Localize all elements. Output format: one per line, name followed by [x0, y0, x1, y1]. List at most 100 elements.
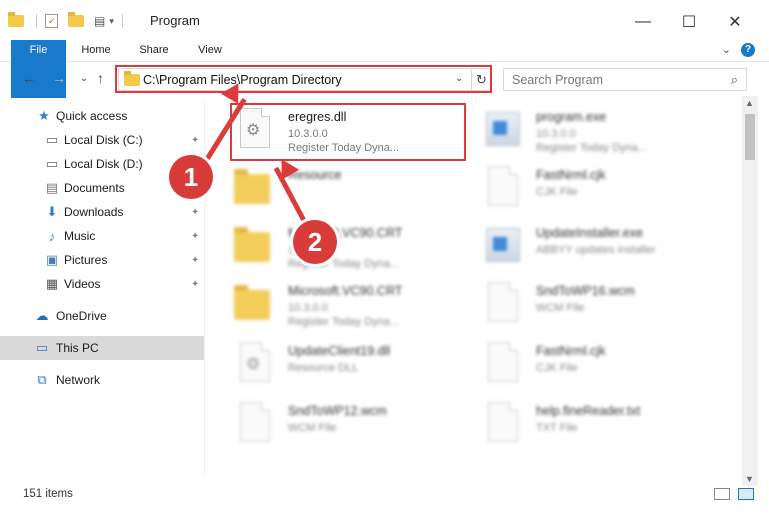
back-button[interactable]: ← [22, 70, 36, 86]
file-item-sndtowp12-wcm[interactable]: SndToWP12.wcm WCM File [232, 396, 480, 454]
sidebar-item-local-disk-c[interactable]: ▭ Local Disk (C:) ✦ [0, 128, 204, 152]
pin-icon[interactable]: ✦ [191, 279, 199, 290]
customize-toolbar-icon[interactable]: ▤ [94, 14, 105, 28]
sidebar-item-label: Network [56, 373, 101, 387]
drive-icon: ▭ [45, 156, 59, 171]
file-item-fastnrml-cjk-2[interactable]: FastNrml.cjk CJK File [480, 336, 728, 394]
sidebar-item-pictures[interactable]: ▣ Pictures ✦ [0, 248, 204, 272]
folder-icon[interactable] [8, 12, 24, 27]
star-icon: ★ [38, 108, 50, 123]
file-description: Register Today Dyna... [288, 316, 400, 328]
file-icon [232, 402, 274, 448]
sidebar-item-label: Local Disk (C:) [64, 133, 143, 147]
file-type: WCM File [536, 302, 585, 314]
videos-icon: ▦ [45, 276, 59, 291]
address-highlight-box [115, 65, 492, 93]
file-type: CJK File [536, 186, 578, 198]
quick-access-toolbar: ✓ ▤ ▾ [8, 12, 123, 30]
search-box[interactable]: Search Program ⌕ [503, 68, 747, 91]
details-view-icon[interactable] [714, 488, 730, 500]
status-bar: 151 items [0, 486, 769, 522]
exe-file-icon [480, 224, 522, 270]
file-name: program.exe [536, 110, 607, 124]
divider [36, 14, 37, 28]
title-bar: ✓ ▤ ▾ Program — ☐ ✕ [0, 0, 769, 40]
scroll-up-icon[interactable]: ▲ [745, 98, 754, 108]
sidebar-item-onedrive[interactable]: ☁ OneDrive [0, 304, 204, 328]
forward-button[interactable]: → [52, 70, 66, 86]
file-item-resource[interactable]: Resource [232, 160, 480, 218]
recent-locations-button[interactable]: ⌄ [80, 73, 88, 84]
new-folder-icon[interactable] [68, 12, 84, 27]
pin-icon[interactable]: ✦ [191, 231, 199, 242]
documents-icon: ▤ [45, 180, 59, 195]
sidebar-item-label: Music [64, 229, 96, 243]
sidebar-item-music[interactable]: ♪ Music ✦ [0, 224, 204, 248]
ribbon-tabs: File Home Share View ⌄ ? [0, 40, 769, 98]
sidebar-item-label: Documents [64, 181, 125, 195]
properties-icon[interactable]: ✓ [45, 14, 58, 28]
pin-icon[interactable]: ✦ [191, 207, 199, 218]
file-icon [480, 402, 522, 448]
maximize-button[interactable]: ☐ [666, 8, 712, 36]
help-icon[interactable]: ? [741, 43, 755, 57]
file-item-vc90-crt-2[interactable]: Microsoft.VC90.CRT 10.3.0.0 Register Tod… [232, 276, 480, 334]
tab-view[interactable]: View [188, 40, 232, 61]
tab-home[interactable]: Home [74, 40, 118, 61]
search-icon[interactable]: ⌕ [731, 72, 738, 88]
cloud-icon: ☁ [35, 308, 49, 323]
step-badge-1: 1 [169, 155, 213, 199]
file-icon [480, 166, 522, 212]
sidebar-item-videos[interactable]: ▦ Videos ✦ [0, 272, 204, 296]
pin-icon[interactable]: ✦ [191, 135, 199, 146]
expand-ribbon-icon[interactable]: ⌄ [722, 43, 731, 56]
file-item-vc90-crt[interactable]: Microsoft.VC90.CRT 10.3.0.0 Register Tod… [232, 218, 480, 276]
pin-icon[interactable]: ✦ [191, 255, 199, 266]
large-icons-view-icon[interactable] [738, 488, 754, 500]
file-description: Register Today Dyna... [536, 142, 648, 154]
chevron-down-icon[interactable]: ▾ [109, 16, 114, 27]
scrollbar-thumb[interactable] [745, 114, 755, 160]
sidebar-item-label: Downloads [64, 205, 124, 219]
sidebar-item-label: This PC [56, 341, 99, 355]
drive-icon: ▭ [45, 132, 59, 147]
file-type: CJK File [536, 362, 578, 374]
computer-icon: ▭ [35, 340, 49, 355]
tab-share[interactable]: Share [132, 40, 176, 61]
file-highlight-box [230, 103, 466, 161]
file-type: WCM File [288, 422, 337, 434]
exe-file-icon [480, 108, 522, 154]
sidebar-item-label: Pictures [64, 253, 108, 267]
file-name: UpdateInstaller.exe [536, 226, 644, 240]
file-type: TXT File [536, 422, 578, 434]
file-item-fastnrml-cjk[interactable]: FastNrml.cjk CJK File [480, 160, 728, 218]
file-name: SndToWP16.wcm [536, 284, 635, 298]
file-item-program-exe[interactable]: program.exe 10.3.0.0 Register Today Dyna… [480, 102, 728, 160]
item-count: 151 items [23, 488, 73, 500]
pictures-icon: ▣ [45, 252, 59, 267]
file-item-sndtowp16-wcm[interactable]: SndToWP16.wcm WCM File [480, 276, 728, 334]
file-description: ABBYY updates installer [536, 244, 656, 256]
up-button[interactable]: ↑ [97, 70, 104, 86]
file-item-updateclient19-dll[interactable]: ⚙ UpdateClient19.dll Resource DLL [232, 336, 480, 394]
file-icon [480, 282, 522, 328]
file-item-help-txt[interactable]: help.fineReader.txt TXT File [480, 396, 728, 454]
sidebar-item-label: Quick access [56, 109, 128, 123]
sidebar-item-quick-access[interactable]: ★ Quick access [0, 104, 204, 128]
search-input[interactable]: Search Program [512, 73, 603, 87]
dll-file-icon: ⚙ [232, 342, 274, 388]
file-name: FastNrml.cjk [536, 168, 606, 182]
step-badge-2: 2 [293, 220, 337, 264]
sidebar-item-network[interactable]: ⧉ Network [0, 368, 204, 392]
close-button[interactable]: ✕ [712, 8, 758, 36]
network-icon: ⧉ [37, 372, 47, 387]
sidebar-item-downloads[interactable]: ⬇ Downloads ✦ [0, 200, 204, 224]
file-item-updateinstaller-exe[interactable]: UpdateInstaller.exe ABBYY updates instal… [480, 218, 728, 276]
music-icon: ♪ [48, 228, 56, 244]
file-name: UpdateClient19.dll [288, 344, 391, 358]
minimize-button[interactable]: — [620, 8, 666, 36]
vertical-scrollbar[interactable]: ▲ ▼ [742, 96, 758, 486]
sidebar-item-label: OneDrive [56, 309, 107, 323]
scroll-down-icon[interactable]: ▼ [745, 474, 754, 484]
sidebar-item-this-pc[interactable]: ▭ This PC [0, 336, 204, 360]
